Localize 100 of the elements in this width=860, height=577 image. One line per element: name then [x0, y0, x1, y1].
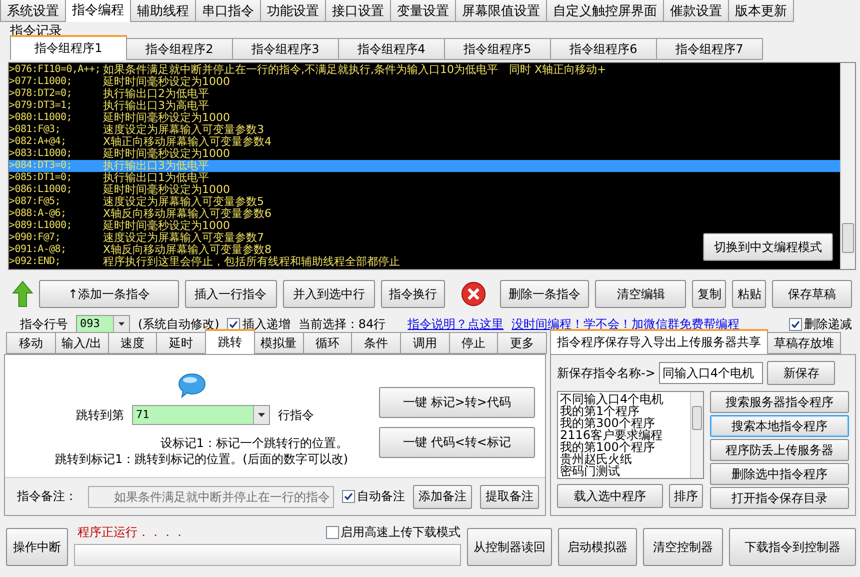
- scrollbar[interactable]: [690, 392, 703, 478]
- toolbar-button[interactable]: 指令换行: [380, 280, 445, 308]
- toolbar-button[interactable]: 删除一条指令: [500, 280, 590, 308]
- toolbar-button[interactable]: 粘贴: [732, 280, 766, 308]
- program-action-button[interactable]: 搜索本地指令程序: [710, 415, 849, 437]
- speech-bubble-icon: [178, 373, 206, 399]
- tab[interactable]: 指令组程序7: [656, 38, 763, 60]
- sort-button[interactable]: 排序: [669, 484, 703, 508]
- controller-button[interactable]: 下载指令到控制器: [728, 528, 856, 566]
- tab[interactable]: 指令组程序6: [550, 38, 657, 60]
- code-line[interactable]: >080:L1000; 延时时间毫秒设定为1000: [9, 112, 230, 124]
- program-list-item[interactable]: 我的第300个程序: [560, 417, 655, 429]
- code-line[interactable]: >083:L1000; 延时时间毫秒设定为1000: [9, 148, 230, 160]
- code-line[interactable]: >088:A-@6; X轴反向移动屏幕输入可变量参数6: [9, 208, 272, 220]
- code-line[interactable]: >082:A+@4; X轴正向移动屏幕输入可变量参数4: [9, 136, 272, 148]
- controller-button[interactable]: 启动模拟器: [558, 528, 638, 566]
- program-list-item[interactable]: 贵州赵氏火纸: [560, 453, 632, 465]
- mode-switch-button[interactable]: 切换到中文编程模式: [703, 233, 833, 261]
- arrow-up-icon[interactable]: [12, 280, 34, 308]
- tab[interactable]: 指令组程序5: [444, 38, 551, 60]
- tab[interactable]: 版本更新: [728, 0, 794, 22]
- code-line[interactable]: >092:END; 程序执行到这里会停止，包括所有线程和辅助线程全部都停止: [9, 256, 400, 268]
- jump-label: 跳转到第: [76, 406, 124, 424]
- scrollbar[interactable]: [840, 63, 855, 269]
- help-link[interactable]: 指令说明？点这里: [408, 316, 504, 332]
- line-number-label: 指令行号: [20, 316, 68, 332]
- code-line[interactable]: >085:DT1=0; 执行输出口1为低电平: [9, 172, 209, 184]
- controller-button[interactable]: 从控制器读回: [466, 528, 552, 566]
- tab[interactable]: 速度: [108, 332, 158, 354]
- code-line[interactable]: >077:L1000; 延时时间毫秒设定为1000: [9, 76, 230, 88]
- code-line[interactable]: >091:A-@8; X轴反向移动屏幕输入可变量参数8: [9, 244, 272, 256]
- tab[interactable]: 跳转: [205, 329, 255, 354]
- current-selection: 当前选择：84行: [298, 316, 386, 332]
- tab[interactable]: 调用: [400, 332, 450, 354]
- tab[interactable]: 指令组程序3: [232, 38, 339, 60]
- load-program-button[interactable]: 载入选中程序: [557, 484, 663, 508]
- toolbar-button[interactable]: 清空编辑: [595, 280, 686, 308]
- program-action-button[interactable]: 打开指令保存目录: [710, 487, 849, 509]
- code-line[interactable]: >087:F@5; 速度设定为屏幕输入可变量参数5: [9, 196, 264, 208]
- controller-button[interactable]: 清空控制器: [643, 528, 723, 566]
- line-number-combo[interactable]: 093: [76, 315, 130, 333]
- tab[interactable]: 自定义触控屏界面: [546, 0, 664, 22]
- remark-label: 指令备注：: [17, 488, 78, 505]
- dropdown-caret-icon[interactable]: [253, 406, 269, 424]
- toolbar-button[interactable]: 并入到选中行: [282, 280, 375, 308]
- tab[interactable]: 指令编程: [65, 0, 131, 22]
- code-line[interactable]: >076:FI10=0,A++; 如果条件满足就中断并停止在一行的指令,不满足就执行,条件为输入口10为低电平 同时 X轴正向移动+: [9, 64, 606, 76]
- code-line[interactable]: >089:L1000; 延时时间毫秒设定为1000: [9, 220, 230, 232]
- check-icon: [791, 320, 800, 328]
- tab[interactable]: 系统设置: [0, 0, 66, 22]
- tab[interactable]: 辅助线程: [130, 0, 196, 22]
- program-action-button[interactable]: 删除选中指令程序: [710, 463, 849, 485]
- jump-target-combo[interactable]: 71: [132, 405, 270, 425]
- jump-suffix: 行指令: [278, 406, 314, 424]
- convert-button[interactable]: 一键 标记>转>代码: [379, 387, 535, 418]
- tab[interactable]: 停止: [448, 332, 498, 354]
- tab[interactable]: 催款设置: [663, 0, 729, 22]
- tab[interactable]: 指令组程序2: [126, 38, 233, 60]
- tab[interactable]: 指令组程序4: [338, 38, 445, 60]
- tab[interactable]: 屏幕限值设置: [455, 0, 547, 22]
- tab[interactable]: 更多: [497, 332, 547, 354]
- program-action-button[interactable]: 程序防丢上传服务器: [710, 439, 849, 461]
- toolbar-button[interactable]: 保存草稿: [772, 280, 852, 308]
- tab[interactable]: 指令程序保存导入导出上传服务器共享: [550, 329, 768, 354]
- checkbox[interactable]: 删除递减: [789, 316, 852, 332]
- program-list-item[interactable]: 不同输入口4个电机: [560, 393, 664, 405]
- tab[interactable]: 串口指令: [195, 0, 261, 22]
- code-line[interactable]: >079:DT3=1; 执行输出口3为高电平: [9, 100, 209, 112]
- toolbar-button[interactable]: ↑添加一条指令: [39, 280, 179, 308]
- tab[interactable]: 变量设置: [390, 0, 456, 22]
- code-line[interactable]: >086:L1000; 延时时间毫秒设定为1000: [9, 184, 230, 196]
- delete-icon[interactable]: [461, 281, 486, 307]
- program-list-item[interactable]: 2116客户要求编程: [560, 429, 663, 441]
- tab[interactable]: 输入/出: [54, 332, 109, 354]
- toolbar-button[interactable]: 复制: [692, 280, 726, 308]
- program-action-button[interactable]: 搜索服务器指令程序: [710, 391, 849, 413]
- code-line[interactable]: >090:F@7; 速度设定为屏幕输入可变量参数7: [9, 232, 264, 244]
- checkbox[interactable]: 启用高速上传下载模式: [326, 524, 461, 541]
- save-name-label: 新保存指令名称->: [557, 364, 656, 382]
- dropdown-caret-icon[interactable]: [113, 316, 129, 332]
- tab[interactable]: 接口设置: [325, 0, 391, 22]
- tab[interactable]: 功能设置: [260, 0, 326, 22]
- tab[interactable]: 条件: [351, 332, 401, 354]
- code-line[interactable]: >081:F@3; 速度设定为屏幕输入可变量参数3: [9, 124, 264, 136]
- tab[interactable]: 草稿存放堆: [767, 332, 841, 354]
- program-list-item[interactable]: 我的第1个程序: [560, 405, 640, 417]
- new-save-button[interactable]: 新保存: [767, 361, 836, 385]
- tab[interactable]: 移动: [6, 332, 56, 354]
- tab[interactable]: 循环: [302, 332, 352, 354]
- tab[interactable]: 指令组程序1: [10, 35, 127, 60]
- convert-button[interactable]: 一键 代码<转<标记: [379, 427, 535, 458]
- program-list-item[interactable]: 密码门测试: [560, 465, 620, 477]
- save-name-field[interactable]: 同输入口4个电机: [659, 362, 764, 384]
- tab[interactable]: 模拟量: [254, 332, 304, 354]
- toolbar-button[interactable]: 插入一行指令: [184, 280, 277, 308]
- interrupt-button[interactable]: 操作中断: [6, 528, 68, 566]
- program-list[interactable]: 不同输入口4个电机 我的第1个程序 我的第300个程序 2116客户要求编程 我的第100个程序 贵州赵氏火纸 密码门测试: [557, 391, 704, 479]
- program-list-item[interactable]: 我的第100个程序: [560, 441, 655, 453]
- code-line[interactable]: >078:DT2=0; 执行输出口2为低电平: [9, 88, 209, 100]
- tab[interactable]: 延时: [156, 332, 206, 354]
